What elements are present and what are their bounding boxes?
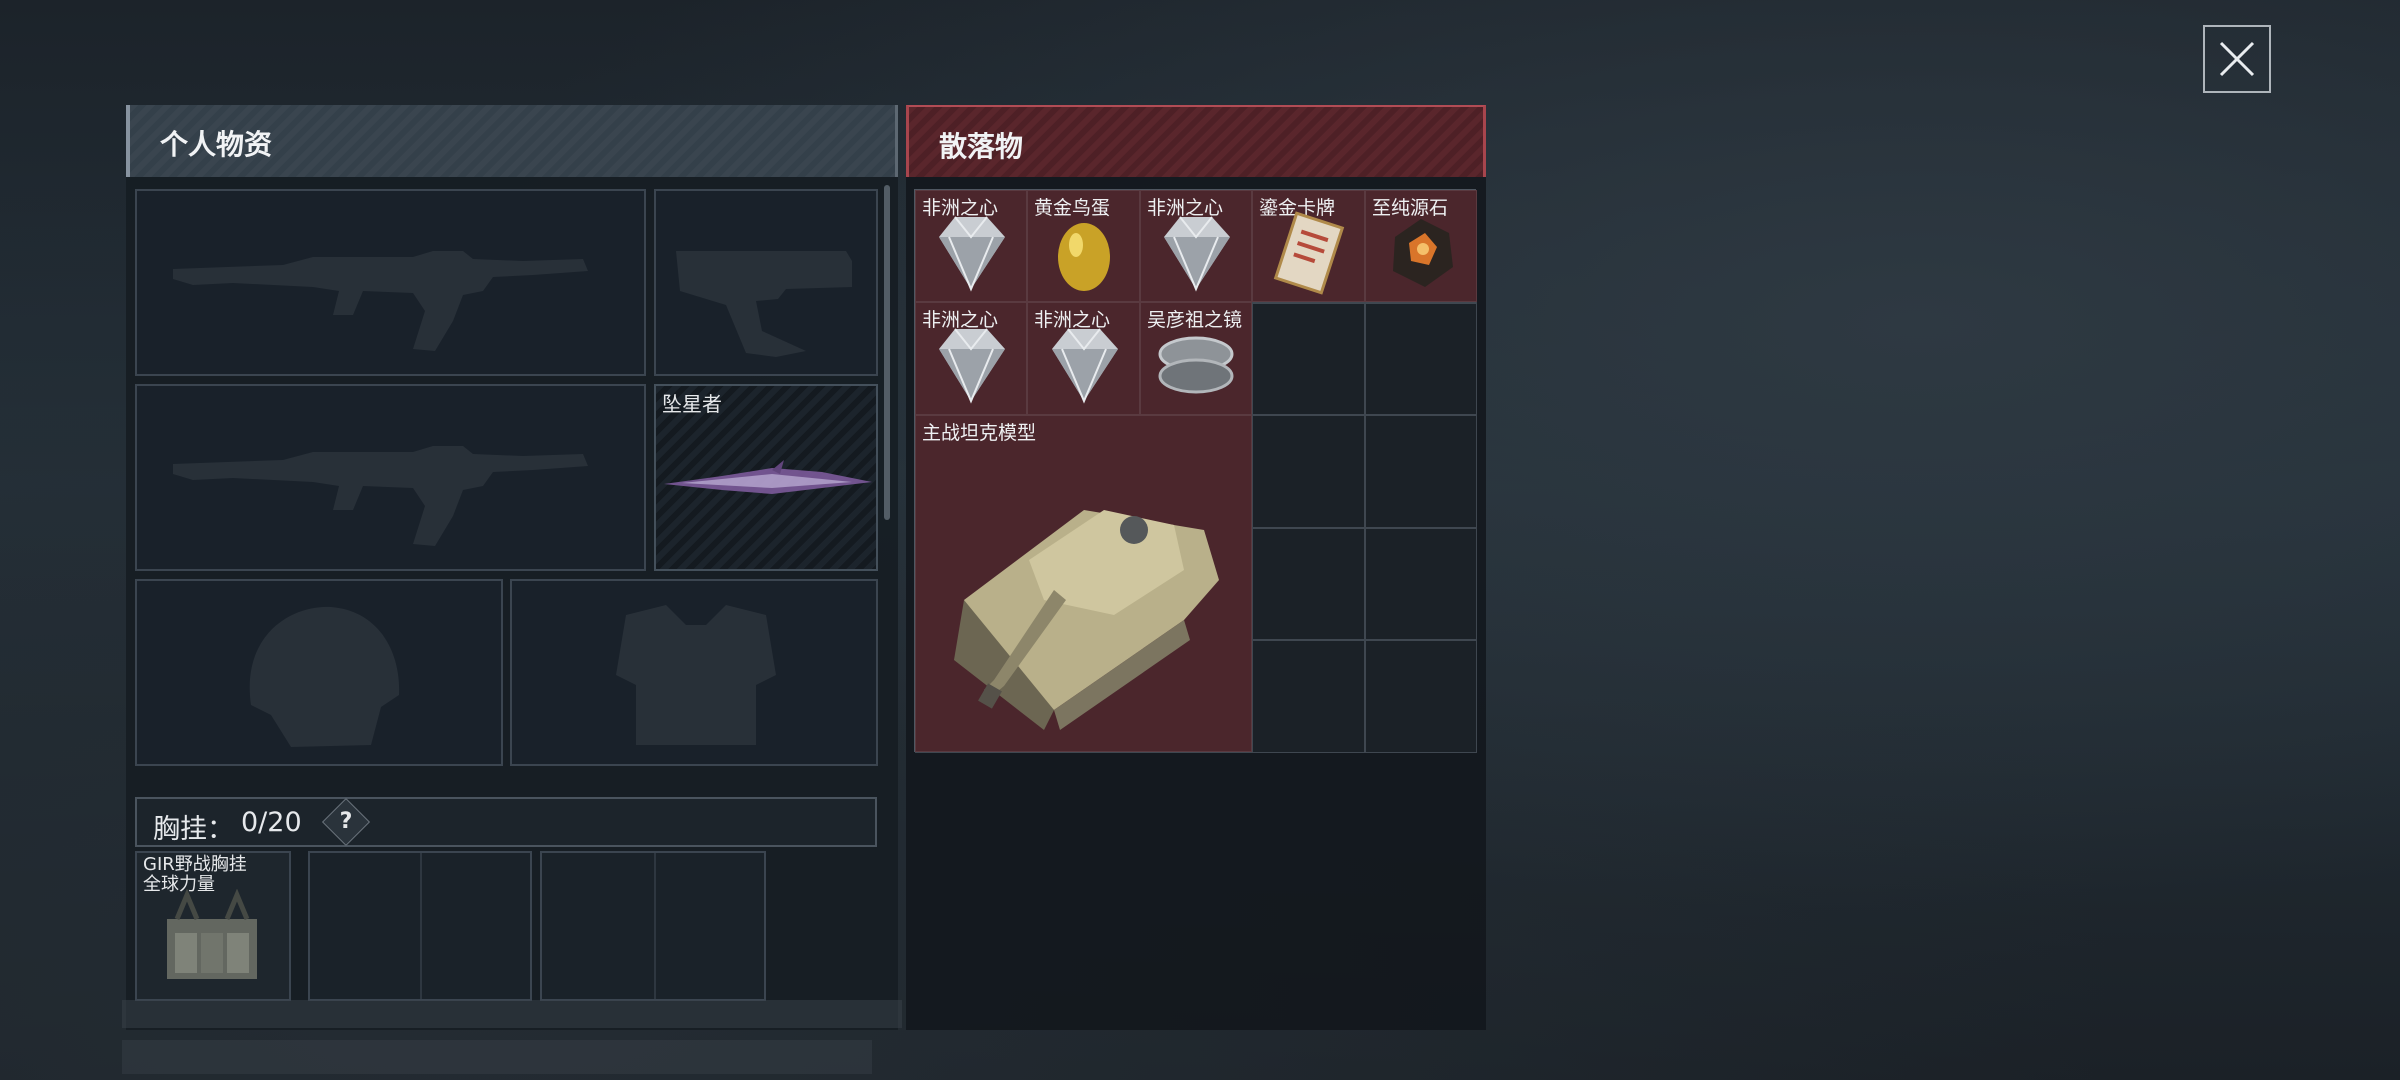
loot-item[interactable]: 主战坦克模型 [915,415,1252,752]
loot-item[interactable]: 非洲之心 [1027,302,1140,415]
armor-vest-icon [616,605,776,745]
grid-cell[interactable] [1252,415,1365,528]
chest-rig-storage-slot[interactable] [308,851,532,1001]
loot-item[interactable]: 非洲之心 [1140,190,1252,302]
chest-rig-count: 0/20 [241,807,302,838]
heart-diamond-icon [1164,215,1230,292]
grid-cell[interactable] [1252,527,1365,641]
grid-cell[interactable] [1364,415,1477,528]
loot-item[interactable]: 吴彦祖之镜 [1140,302,1252,415]
chest-rig-icon [167,889,257,979]
primary-weapon-slot-1[interactable] [135,189,646,376]
assault-rifle-icon [173,446,588,546]
close-button[interactable] [2203,25,2271,93]
loot-header: 散落物 [906,105,1486,177]
chest-rig-storage-slot[interactable] [540,851,766,1001]
left-scrollbar[interactable] [884,185,890,520]
helmet-icon [249,606,400,747]
source-stone-icon [1393,218,1453,287]
chest-rig-item-name: GIR野战胸挂 [143,854,247,875]
grid-cell[interactable] [1252,640,1365,753]
primary-weapon-slot-2[interactable] [135,384,646,571]
melee-blade-icon [664,460,872,494]
gilded-card-icon [1273,210,1344,295]
chest-rig-bar: 胸挂： 0/20 ? [135,797,877,847]
tank-model-icon [954,510,1219,730]
assault-rifle-icon [173,251,588,351]
personal-supplies-header: 个人物资 [126,105,898,177]
chest-rig-label: 胸挂： [153,814,234,845]
heart-diamond-icon [939,215,1005,292]
grid-cell[interactable] [1252,302,1365,416]
blurred-row [122,1040,872,1074]
melee-weapon-name: 坠星者 [662,392,722,416]
loot-item[interactable]: 非洲之心 [915,190,1027,302]
grid-cell[interactable] [1364,640,1477,753]
loot-item[interactable]: 至纯源石 [1365,190,1477,302]
melee-weapon-slot[interactable]: 坠星者 [654,384,878,571]
chest-rig-item-slot[interactable]: GIR野战胸挂 全球力量 [135,851,291,1001]
heart-diamond-icon [1051,328,1118,404]
loot-item-name: 主战坦克模型 [922,422,1037,444]
loot-item[interactable]: 黄金鸟蛋 [1027,190,1140,302]
compact-mirror-icon [1158,336,1234,394]
heart-diamond-icon [939,328,1005,404]
help-icon[interactable]: ? [321,797,371,847]
loot-item[interactable]: 鎏金卡牌 [1252,190,1365,302]
pistol-slot[interactable] [654,189,878,376]
grid-cell[interactable] [1364,527,1477,641]
loot-item[interactable]: 非洲之心 [915,302,1027,415]
panel-title: 散落物 [939,130,1024,163]
armor-slot[interactable] [510,579,878,766]
loot-item-name: 吴彦祖之镜 [1147,309,1243,331]
close-icon [2219,41,2255,77]
panel-title: 个人物资 [160,128,273,161]
grid-cell[interactable] [1364,302,1477,416]
blurred-row [122,1000,902,1028]
helmet-slot[interactable] [135,579,503,766]
golden-egg-icon [1057,222,1110,291]
pistol-icon [676,251,852,357]
